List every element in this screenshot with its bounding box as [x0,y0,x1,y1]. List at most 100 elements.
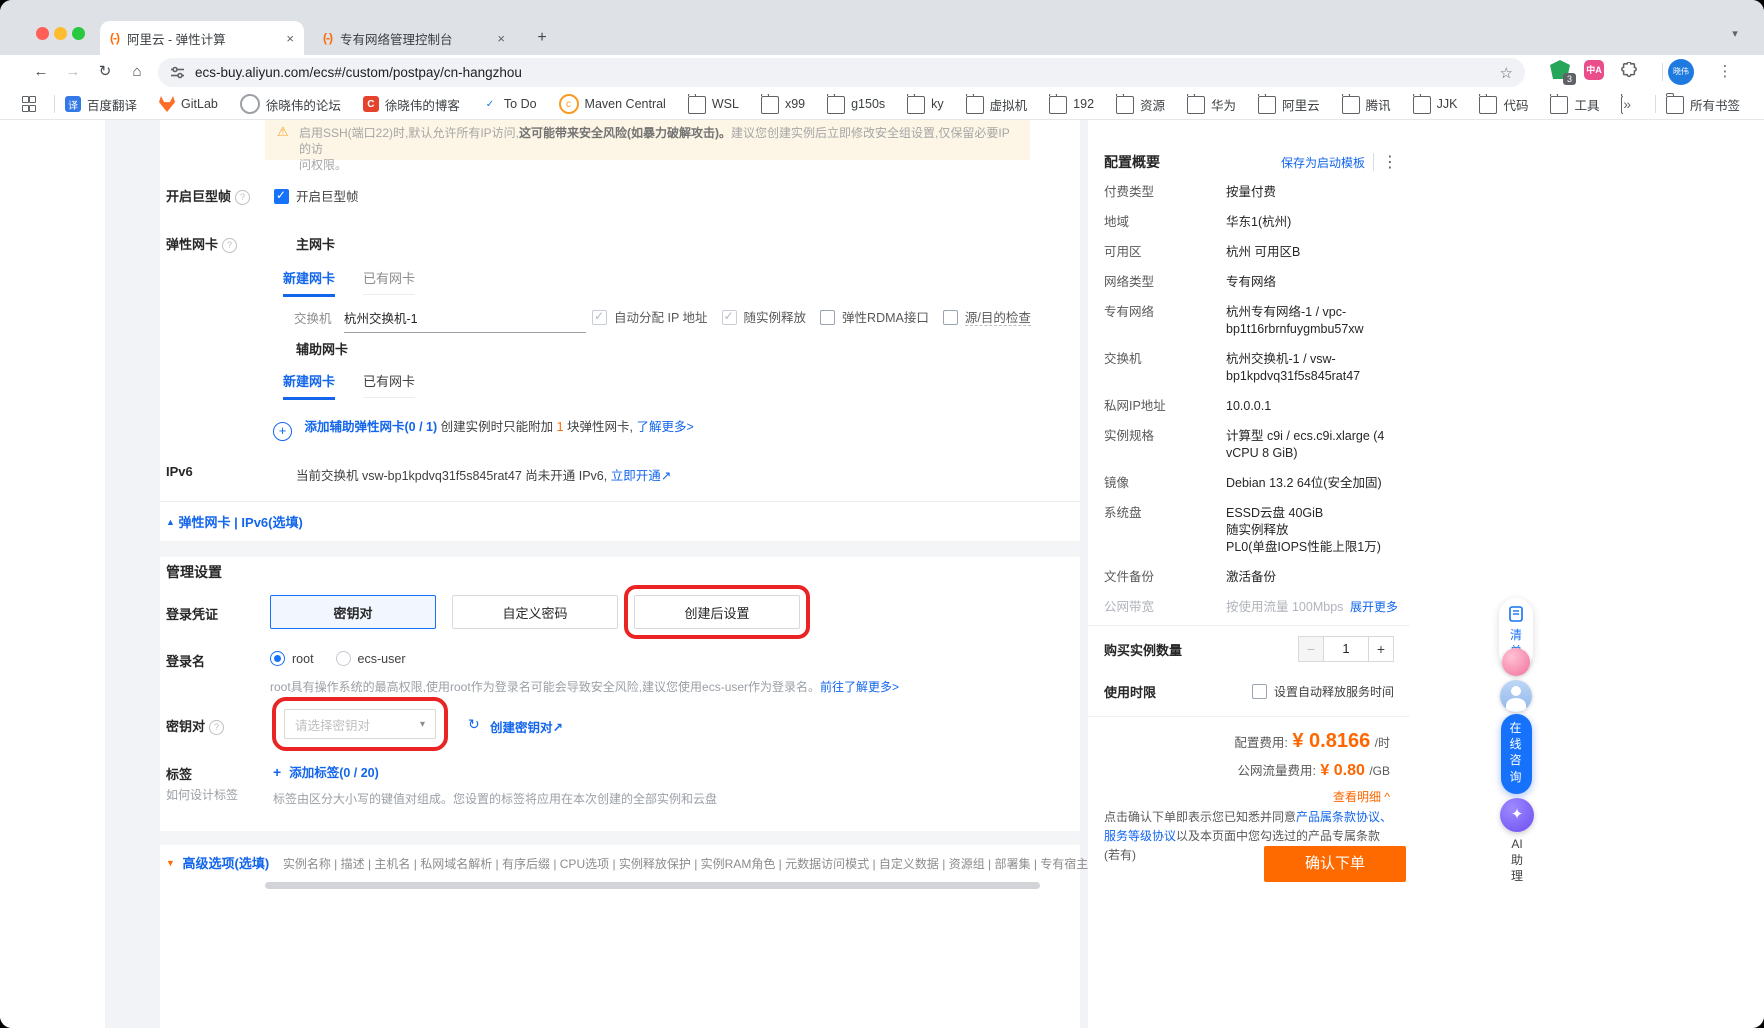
keypair-select[interactable]: 请选择密钥对 ▾ [284,709,436,739]
eni-option-checkbox[interactable]: 弹性RDMA接口 [820,307,929,326]
tag-design-hint[interactable]: 如何设计标签 [166,786,238,803]
browser-menu-button[interactable]: ⋮ [1712,59,1738,85]
new-tab-button[interactable]: + [530,26,554,50]
horizontal-scrollbar[interactable] [265,882,1040,889]
credential-option-button[interactable]: 自定义密码 [452,595,618,629]
tab-new-eni[interactable]: 新建网卡 [283,271,335,297]
bookmark-item[interactable]: JJK [1413,94,1458,114]
bookmark-item[interactable]: g150s [827,94,885,114]
credential-option-button[interactable]: 创建后设置 [634,595,800,629]
url-text[interactable]: ecs-buy.aliyun.com/ecs#/custom/postpay/c… [195,65,1500,80]
vswitch-input[interactable]: 杭州交换机-1 [344,308,586,333]
bookmark-item[interactable]: ky [907,94,944,114]
eni-option-checkbox[interactable]: 随实例释放 [722,307,807,326]
bookmark-item[interactable]: 192 [1049,94,1094,114]
extensions-menu[interactable] [1620,62,1638,80]
bookmark-item[interactable]: 腾讯 [1342,94,1391,114]
help-icon[interactable]: ? [209,720,224,735]
duration-row: 使用时限 设置自动释放服务时间 [1104,682,1394,701]
bookmarks-divider [54,95,55,113]
radio-icon[interactable] [336,651,351,666]
tab-vpc[interactable]: (-) 专有网络管理控制台 × [313,21,515,55]
bookmarks-overflow-chevron[interactable]: » [1623,96,1631,112]
bookmark-item[interactable]: 华为 [1187,94,1236,114]
site-settings-icon[interactable] [170,65,185,80]
eni-option-checkbox[interactable]: 源/目的检查 [943,307,1031,326]
bookmark-item[interactable]: 徐晓伟的论坛 [240,94,341,114]
minimize-window-button[interactable] [54,27,67,40]
view-detail-link[interactable]: 查看明细 ^ [1333,788,1390,805]
tab-close-icon[interactable]: × [497,31,505,46]
auto-release-checkbox[interactable]: 设置自动释放服务时间 [1252,683,1394,700]
checkbox-icon[interactable] [1252,684,1267,699]
learn-more-link[interactable]: 了解更多> [637,420,694,434]
zoom-window-button[interactable] [72,27,85,40]
reload-button[interactable]: ↻ [92,59,118,85]
bookmark-item[interactable]: ✓ To Do [482,94,537,114]
refresh-icon[interactable]: ↻ [468,716,480,733]
bookmark-item[interactable]: x99 [761,94,805,114]
address-bar[interactable]: ecs-buy.aliyun.com/ecs#/custom/postpay/c… [158,58,1525,87]
tab-ecs[interactable]: (-) 阿里云 - 弹性计算 × [100,21,304,55]
checkbox-icon[interactable] [943,310,958,325]
quantity-plus-button[interactable]: + [1368,636,1394,662]
profile-button[interactable]: 晓伟 [1668,59,1694,85]
create-keypair-link[interactable]: 创建密钥对↗ [490,717,563,736]
radio-icon[interactable] [270,651,285,666]
bookmark-star-icon[interactable]: ☆ [1500,64,1513,82]
checkbox-icon[interactable] [592,310,607,325]
online-consult-button[interactable]: 在线咨询 [1501,714,1532,794]
bookmark-item[interactable]: 译 百度翻译 [65,94,137,114]
checkbox-checked-icon[interactable] [274,189,289,204]
plus-icon[interactable]: + [273,422,292,441]
add-tag-link[interactable]: +添加标签(0 / 20) [273,762,379,781]
summary-kebab-menu[interactable]: ⋮ [1382,152,1398,172]
login-name-radio[interactable]: root [270,651,314,666]
bookmark-item[interactable]: GitLab [159,94,218,114]
confirm-order-button[interactable]: 确认下单 [1264,846,1406,882]
help-icon[interactable]: ? [222,238,237,253]
help-icon[interactable]: ? [235,190,250,205]
bookmark-item[interactable]: 阿里云 [1258,94,1320,114]
tab-title: 专有网络管理控制台 [340,29,487,48]
bookmark-item[interactable]: 工具 [1550,94,1599,114]
promo-badge[interactable] [1502,648,1530,676]
tab-new-eni[interactable]: 新建网卡 [283,374,335,400]
tab-existing-eni[interactable]: 已有网卡 [363,374,415,398]
consultant-avatar[interactable] [1500,680,1532,712]
credential-option-button[interactable]: 密钥对 [270,595,436,629]
tab-close-icon[interactable]: × [286,31,294,46]
add-secondary-eni-link[interactable]: 添加辅助弹性网卡(0 / 1) [304,420,437,434]
bookmark-item[interactable]: 虚拟机 [966,94,1028,114]
bookmark-item[interactable]: 资源 [1116,94,1165,114]
tab-search-chevron-icon[interactable]: ▾ [1722,24,1748,46]
checkbox-icon[interactable] [722,310,737,325]
advanced-options-toggle[interactable]: 高级选项(选填) [183,856,270,871]
extension-green[interactable]: 3 [1550,60,1570,80]
bookmark-item[interactable]: c Maven Central [559,94,666,114]
learn-more-link[interactable]: 前往了解更多> [820,680,899,694]
extension-translate[interactable]: 中A [1584,60,1604,80]
forward-button[interactable]: → [60,59,86,85]
collapse-eni-section-toggle[interactable]: ▲ 弹性网卡 | IPv6(选填) [166,512,303,531]
tab-existing-eni[interactable]: 已有网卡 [363,271,415,295]
quantity-value[interactable]: 1 [1324,636,1368,662]
close-window-button[interactable] [36,27,49,40]
home-button[interactable]: ⌂ [124,59,150,85]
apps-grid-icon[interactable] [22,96,34,112]
save-launch-template-link[interactable]: 保存为启动模板 [1281,154,1365,171]
all-bookmarks-button[interactable]: 所有书签 [1666,94,1740,114]
eni-option-checkbox[interactable]: 自动分配 IP 地址 [592,307,708,326]
bookmark-item[interactable]: 代码 [1479,94,1528,114]
quantity-minus-button[interactable]: − [1298,636,1324,662]
bookmark-item[interactable]: 视频 [1621,94,1623,114]
ipv6-enable-link[interactable]: 立即开通 [611,469,661,483]
bookmark-item[interactable]: C 徐晓伟的博客 [363,94,460,114]
login-name-radio[interactable]: ecs-user [336,651,406,666]
ai-assistant-widget[interactable]: ✦ AI助理 [1499,798,1535,884]
jumbo-frame-checkbox[interactable]: 开启巨型帧 [274,186,359,205]
expand-more-link[interactable]: 展开更多 [1350,599,1398,616]
checkbox-icon[interactable] [820,310,835,325]
back-button[interactable]: ← [28,59,54,85]
bookmark-item[interactable]: WSL [688,94,739,114]
